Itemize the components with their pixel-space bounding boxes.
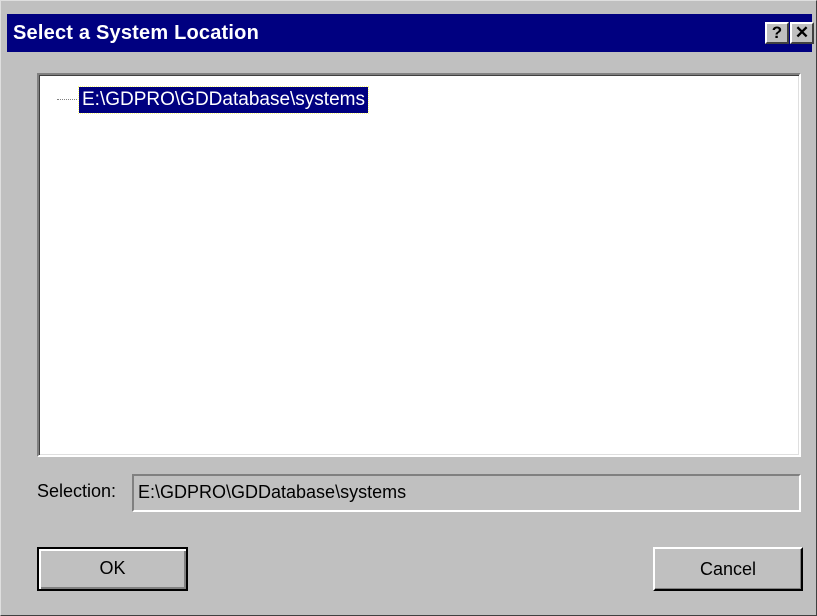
cancel-button[interactable]: Cancel [653,547,803,591]
location-tree-view[interactable]: E:\GDPRO\GDDatabase\systems [37,73,801,457]
selection-field: E:\GDPRO\GDDatabase\systems [132,474,801,512]
tree-item-systems[interactable]: E:\GDPRO\GDDatabase\systems [78,86,369,114]
close-button[interactable]: ✕ [790,22,814,44]
help-button[interactable]: ? [765,22,789,44]
dialog-title: Select a System Location [13,22,260,44]
ok-button[interactable]: OK [37,547,188,591]
close-icon: ✕ [794,23,810,42]
tree-connector-line [57,99,77,100]
title-bar[interactable]: Select a System Location ? ✕ [7,14,814,52]
question-mark-icon: ? [771,23,783,42]
dialog-window: Select a System Location ? ✕ E:\GDPRO\GD… [0,0,817,616]
selection-label: Selection: [37,481,117,501]
